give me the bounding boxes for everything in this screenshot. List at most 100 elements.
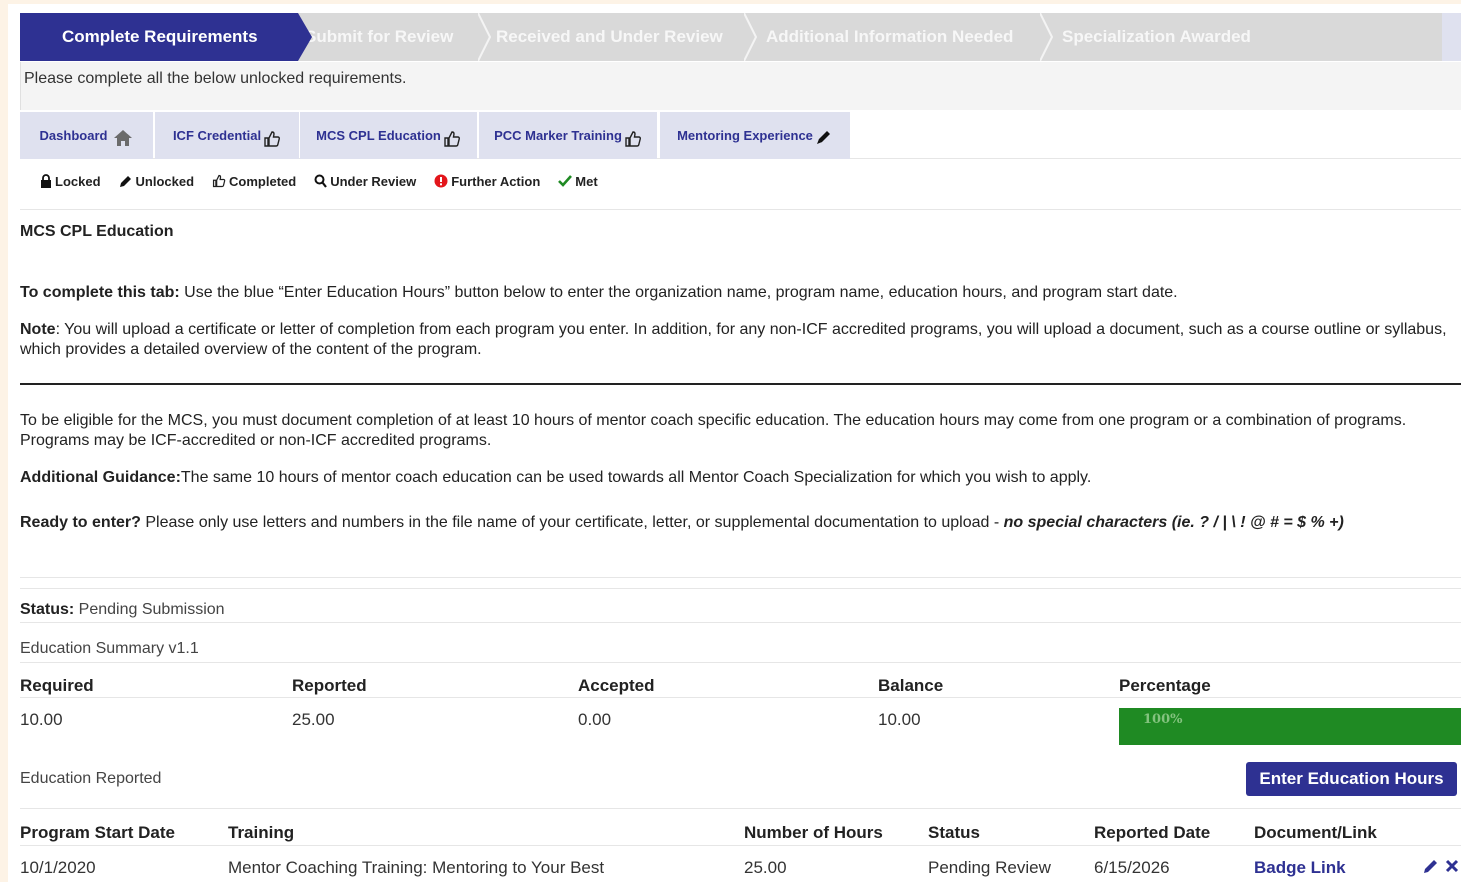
tab-pcc-marker-training[interactable]: PCC Marker Training (479, 112, 657, 159)
legend-label: Met (575, 173, 598, 189)
legend-label: Under Review (330, 173, 417, 189)
status-line: Status: Pending Submission (20, 601, 225, 619)
pencil-icon (119, 176, 131, 187)
reported-header-start-date: Program Start Date (20, 823, 175, 842)
row-training: Mentor Coaching Training: Mentoring to Y… (228, 858, 605, 877)
checkmark-icon (558, 175, 573, 187)
instruction-banner: Please complete all the below unlocked r… (20, 62, 1461, 110)
divider (20, 209, 1461, 210)
guidance-paragraph: Additional Guidance:The same 10 hours of… (20, 468, 1460, 488)
step-label: Submit for Review (305, 27, 454, 46)
instruction-text: Please complete all the below unlocked r… (24, 70, 407, 87)
step-separator-icon (744, 13, 758, 61)
ready-paragraph: Ready to enter? Please only use letters … (20, 509, 1460, 537)
reported-header-status: Status (928, 823, 980, 842)
thumbs-up-icon (444, 130, 460, 147)
summary-header-reported: Reported (292, 676, 367, 695)
step-submit-for-review[interactable]: Submit for Review (298, 13, 492, 61)
legend-label: Further Action (451, 173, 541, 189)
summary-header-balance: Balance (878, 676, 944, 695)
reported-header-training: Training (228, 823, 295, 842)
progress-steps: Complete Requirements Submit for Review … (20, 13, 1461, 61)
lock-icon (41, 174, 51, 188)
legend-unlocked: Unlocked (119, 173, 195, 189)
step-complete-requirements[interactable]: Complete Requirements (20, 13, 312, 61)
guidance-text: The same 10 hours of mentor coach educat… (180, 469, 1092, 486)
guidance-label: Additional Guidance: (20, 469, 181, 486)
tab-icf-credential[interactable]: ICF Credential (155, 112, 299, 159)
badge-link[interactable]: Badge Link (1254, 858, 1346, 878)
legend-label: Unlocked (135, 173, 195, 189)
status-legend: Locked Unlocked Completed Under Review F… (40, 172, 616, 190)
step-specialization-awarded[interactable]: Specialization Awarded (1050, 13, 1294, 61)
status-label: Status: (20, 601, 75, 618)
summary-reported-value: 25.00 (292, 710, 335, 729)
thumbs-up-icon (264, 130, 281, 147)
step-separator-icon (1040, 13, 1054, 61)
note-paragraph: Note: You will upload a certificate or l… (20, 320, 1460, 360)
summary-header-accepted: Accepted (578, 676, 655, 695)
progress-label: 100% (1143, 712, 1183, 727)
legend-under-review: Under Review (314, 174, 416, 189)
legend-met: Met (558, 173, 598, 189)
pencil-icon (816, 131, 830, 144)
legend-further-action: Further Action (434, 174, 540, 189)
note-text: : You will upload a certificate or lette… (20, 321, 1447, 358)
row-reported-date: 6/15/2026 (1094, 858, 1170, 877)
tab-dashboard[interactable]: Dashboard (20, 112, 153, 159)
ready-text: Please only use letters and numbers in t… (140, 514, 1004, 531)
step-additional-information-needed[interactable]: Additional Information Needed (754, 13, 1054, 61)
step-received-under-review[interactable]: Received and Under Review (486, 13, 758, 61)
legend-label: Completed (229, 173, 297, 189)
edit-icon[interactable] (1422, 857, 1440, 875)
special-characters-warning: no special characters (ie. ? / | \ ! @ #… (1003, 514, 1344, 531)
divider (20, 808, 1461, 809)
reported-header-reported-date: Reported Date (1094, 823, 1211, 842)
step-label: Complete Requirements (62, 27, 258, 46)
tab-label: PCC Marker Training (494, 128, 622, 143)
tab-mcs-cpl-education[interactable]: MCS CPL Education (300, 112, 477, 159)
reported-header-document-link: Document/Link (1254, 823, 1377, 842)
education-summary-title: Education Summary v1.1 (20, 640, 199, 657)
summary-header-percentage: Percentage (1119, 676, 1211, 695)
legend-completed: Completed (212, 174, 296, 189)
step-label: Additional Information Needed (766, 27, 1014, 46)
step-separator-icon (478, 13, 492, 61)
thumbs-up-icon (625, 130, 641, 147)
section-title: MCS CPL Education (20, 223, 174, 240)
divider (20, 845, 1461, 846)
complete-tab-text: Use the blue “Enter Education Hours” but… (179, 284, 1178, 301)
summary-accepted-value: 0.00 (578, 710, 612, 729)
summary-header-required: Required (20, 676, 94, 695)
education-reported-title: Education Reported (20, 770, 162, 787)
status-value: Pending Submission (74, 601, 225, 618)
divider (20, 577, 1461, 578)
requirement-tabs: Dashboard ICF Credential MCS CPL Educati… (20, 111, 1461, 159)
divider (20, 588, 1461, 589)
row-status: Pending Review (928, 858, 1051, 877)
note-label: Note (20, 321, 56, 338)
step-arrow-icon (1282, 13, 1294, 61)
divider (20, 662, 1461, 663)
reported-header-hours: Number of Hours (744, 823, 883, 842)
tab-label: ICF Credential (172, 128, 262, 143)
legend-locked: Locked (40, 174, 101, 189)
tab-label: MCS CPL Education (316, 128, 441, 143)
row-hours: 25.00 (744, 858, 787, 877)
exclamation-circle-icon (434, 174, 448, 188)
summary-balance-value: 10.00 (878, 710, 921, 729)
delete-icon[interactable] (1445, 858, 1459, 874)
step-label: Specialization Awarded (1062, 27, 1251, 46)
percentage-progress-bar: 100% (1119, 708, 1461, 745)
step-label: Received and Under Review (496, 27, 723, 46)
thumbs-up-icon (212, 174, 226, 188)
legend-label: Locked (55, 173, 101, 189)
enter-education-hours-button[interactable]: Enter Education Hours (1246, 762, 1457, 796)
divider (20, 697, 1461, 698)
divider (20, 622, 1461, 623)
tab-mentoring-experience[interactable]: Mentoring Experience (660, 112, 850, 159)
section-divider (20, 383, 1461, 385)
tab-label: Dashboard (39, 128, 108, 143)
complete-tab-instructions: To complete this tab: Use the blue “Ente… (20, 283, 1460, 303)
summary-required-value: 10.00 (20, 710, 63, 729)
